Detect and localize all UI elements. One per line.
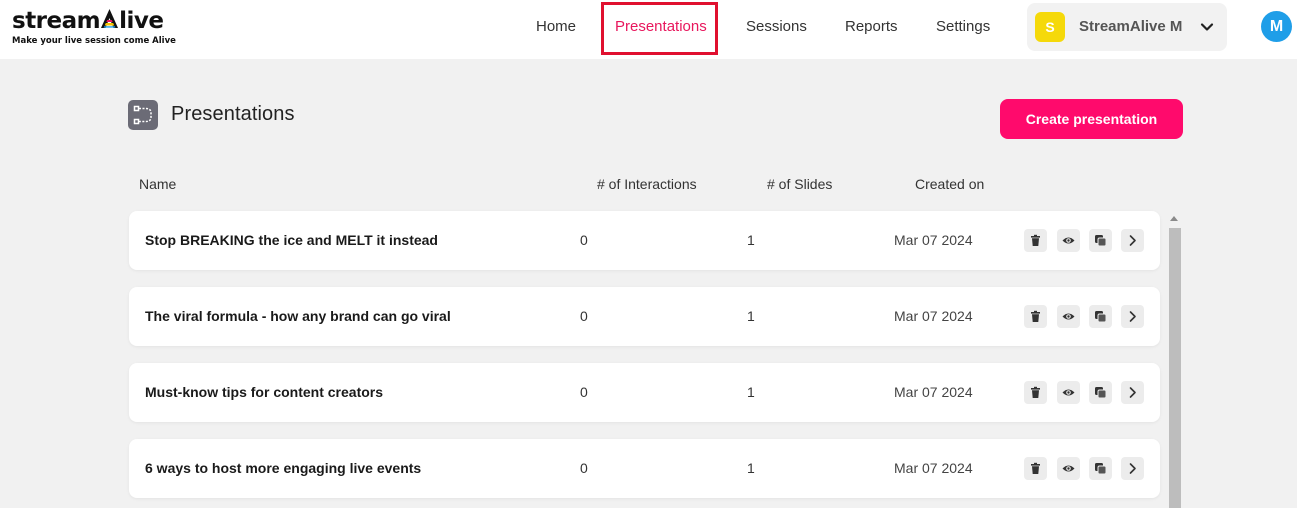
eye-icon (1062, 465, 1075, 472)
duplicate-button[interactable] (1089, 305, 1112, 328)
scroll-up-arrow-icon[interactable] (1170, 216, 1178, 221)
create-presentation-button[interactable]: Create presentation (1000, 99, 1183, 139)
presentation-row[interactable]: 6 ways to host more engaging live events… (129, 439, 1160, 498)
delete-button[interactable] (1024, 457, 1047, 480)
chevron-down-icon (1200, 23, 1214, 31)
nav-home[interactable]: Home (536, 0, 576, 54)
interactions-count: 0 (580, 460, 588, 476)
streamalive-logo[interactable]: stream live Make your live session come … (12, 8, 182, 50)
created-date: Mar 07 2024 (894, 460, 973, 476)
slides-count: 1 (747, 384, 755, 400)
preview-button[interactable] (1057, 305, 1080, 328)
open-button[interactable] (1121, 305, 1144, 328)
duplicate-button[interactable] (1089, 381, 1112, 404)
presentation-flow-icon (128, 100, 158, 130)
created-date: Mar 07 2024 (894, 232, 973, 248)
logo-tagline: Make your live session come Alive (12, 36, 176, 46)
trash-icon (1031, 234, 1040, 246)
eye-icon (1062, 389, 1075, 396)
presentation-name: 6 ways to host more engaging live events (145, 460, 422, 476)
created-date: Mar 07 2024 (894, 384, 973, 400)
account-name: StreamAlive M (1079, 18, 1183, 35)
duplicate-button[interactable] (1089, 457, 1112, 480)
column-header-interactions: # of Interactions (597, 176, 697, 192)
delete-button[interactable] (1024, 305, 1047, 328)
trash-icon (1031, 310, 1040, 322)
nav-reports[interactable]: Reports (845, 0, 898, 54)
interactions-count: 0 (580, 232, 588, 248)
open-button[interactable] (1121, 381, 1144, 404)
top-bar: stream live Make your live session come … (0, 0, 1297, 59)
logo-wordmark: stream live (12, 8, 164, 34)
eye-icon (1062, 237, 1075, 244)
open-button[interactable] (1121, 457, 1144, 480)
nav-presentations-highlight (601, 2, 718, 55)
slides-count: 1 (747, 308, 755, 324)
column-header-created: Created on (915, 176, 985, 192)
chevron-right-icon (1129, 311, 1136, 322)
delete-button[interactable] (1024, 229, 1047, 252)
presentation-name: Stop BREAKING the ice and MELT it instea… (145, 232, 438, 248)
account-badge: S (1035, 12, 1065, 42)
chevron-right-icon (1129, 387, 1136, 398)
presentation-row[interactable]: The viral formula - how any brand can go… (129, 287, 1160, 346)
created-date: Mar 07 2024 (894, 308, 973, 324)
copy-icon (1095, 235, 1107, 247)
copy-icon (1095, 387, 1107, 399)
column-header-slides: # of Slides (767, 176, 833, 192)
preview-button[interactable] (1057, 457, 1080, 480)
interactions-count: 0 (580, 308, 588, 324)
open-button[interactable] (1121, 229, 1144, 252)
delete-button[interactable] (1024, 381, 1047, 404)
duplicate-button[interactable] (1089, 229, 1112, 252)
trash-icon (1031, 462, 1040, 474)
slides-count: 1 (747, 460, 755, 476)
preview-button[interactable] (1057, 381, 1080, 404)
chevron-right-icon (1129, 463, 1136, 474)
presentation-name: Must-know tips for content creators (145, 384, 384, 400)
page-title: Presentations (171, 103, 295, 125)
preview-button[interactable] (1057, 229, 1080, 252)
nav-settings[interactable]: Settings (936, 0, 990, 54)
eye-icon (1062, 313, 1075, 320)
trash-icon (1031, 386, 1040, 398)
account-switcher[interactable]: S StreamAlive M (1027, 3, 1227, 51)
copy-icon (1095, 311, 1107, 323)
nav-sessions[interactable]: Sessions (746, 0, 807, 54)
presentation-row[interactable]: Stop BREAKING the ice and MELT it instea… (129, 211, 1160, 270)
scrollbar-thumb[interactable] (1169, 228, 1181, 508)
copy-icon (1095, 463, 1107, 475)
chevron-right-icon (1129, 235, 1136, 246)
presentation-name: The viral formula - how any brand can go… (145, 308, 451, 324)
logo-a-mark (101, 8, 119, 28)
presentation-row[interactable]: Must-know tips for content creators 0 1 … (129, 363, 1160, 422)
slides-count: 1 (747, 232, 755, 248)
column-header-name: Name (139, 176, 177, 192)
user-avatar[interactable]: M (1261, 11, 1292, 42)
interactions-count: 0 (580, 384, 588, 400)
